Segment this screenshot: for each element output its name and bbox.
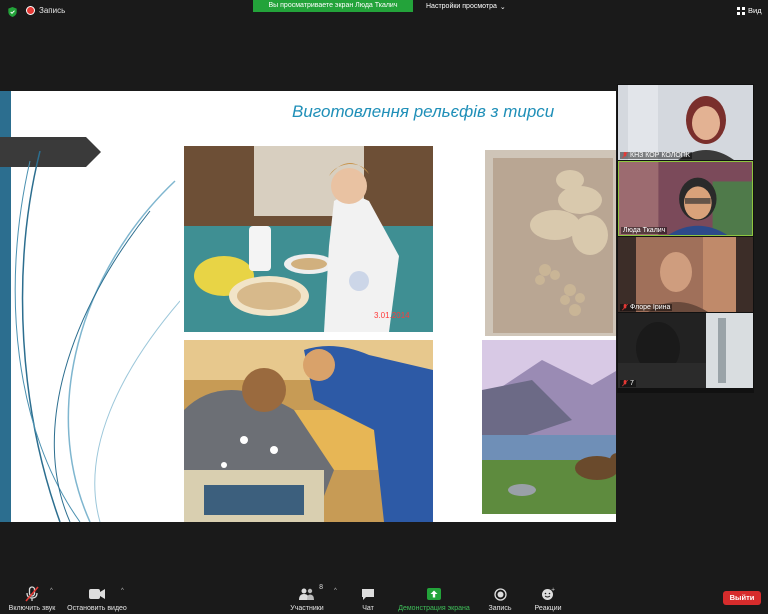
participant-tile[interactable]: КНЗ КОР КОЛОПК: [618, 85, 753, 160]
photo-girl-with-sawdust: 3.01.2014: [184, 146, 433, 332]
photo-bear-landscape-painting: [482, 340, 616, 514]
participants-label: Участники: [290, 605, 324, 612]
record-dot-icon: [26, 6, 35, 15]
stop-video-label: Остановить видео: [67, 605, 127, 612]
unmute-button[interactable]: Включить звук: [4, 580, 60, 614]
participant-name-tag: 7: [620, 380, 636, 387]
chat-button[interactable]: Чат: [355, 580, 381, 614]
participant-video-feed: [619, 162, 752, 235]
participant-tile[interactable]: Флоре Ірина: [618, 237, 753, 312]
participant-tile-active-speaker[interactable]: Люда Ткалич: [618, 161, 753, 236]
participant-video-feed: [618, 85, 753, 160]
recording-label: Запись: [39, 6, 66, 15]
record-button[interactable]: Запись: [484, 580, 516, 614]
meeting-toolbar: Включить звук ^ Остановить видео ^ 8 Уча…: [0, 580, 768, 614]
recording-indicator[interactable]: Запись: [26, 6, 65, 15]
mic-muted-icon: [622, 152, 628, 159]
participant-video-feed: [618, 237, 753, 312]
grid-view-icon: [737, 6, 745, 15]
share-screen-button[interactable]: Демонстрация экрана: [394, 580, 474, 614]
view-options-dropdown[interactable]: Настройки просмотра ⌄: [426, 1, 506, 12]
leave-meeting-button[interactable]: Выйти: [723, 591, 761, 605]
chevron-down-icon: ⌄: [499, 3, 506, 11]
video-camera-icon: [89, 589, 105, 599]
smiley-icon: +: [542, 587, 555, 600]
participant-name-tag: Флоре Ірина: [620, 304, 673, 311]
record-label: Запись: [488, 605, 512, 612]
photo-date-stamp: 3.01.2014: [374, 311, 410, 320]
chat-bubble-icon: [362, 588, 374, 600]
view-options-label: Настройки просмотра: [426, 3, 497, 10]
reactions-label: Реакции: [534, 605, 562, 612]
shared-screen-slide: Виготовлення рельєфів з тирси 3.01.2014: [0, 91, 616, 522]
screen-sharing-banner: Вы просматриваете экран Люда Ткалич: [253, 0, 413, 12]
share-screen-icon: [427, 588, 441, 600]
participant-name: Флоре Ірина: [630, 304, 671, 311]
participant-name: 7: [630, 380, 634, 387]
participants-button[interactable]: 8 Участники: [285, 580, 329, 614]
unmute-label: Включить звук: [8, 605, 56, 612]
slide-title: Виготовлення рельєфів з тирси: [292, 102, 555, 121]
audio-options-caret-icon[interactable]: ^: [50, 588, 53, 594]
view-button-label: Вид: [748, 6, 762, 15]
participant-tile[interactable]: 7: [618, 313, 753, 388]
mic-muted-icon: [25, 586, 39, 602]
participant-name-tag: КНЗ КОР КОЛОПК: [620, 152, 692, 159]
video-options-caret-icon[interactable]: ^: [121, 588, 124, 594]
mic-muted-icon: [622, 380, 628, 387]
share-screen-label: Демонстрация экрана: [398, 605, 470, 612]
participant-name: Люда Ткалич: [623, 227, 666, 234]
participants-options-caret-icon[interactable]: ^: [334, 588, 337, 594]
photo-children-working: [184, 340, 433, 522]
participants-count: 8: [319, 584, 323, 591]
mic-muted-icon: [622, 304, 628, 311]
photo-sawdust-flower-relief: [485, 150, 616, 336]
participant-name: КНЗ КОР КОЛОПК: [630, 152, 690, 159]
svg-text:+: +: [551, 587, 555, 593]
participant-name-tag: Люда Ткалич: [621, 227, 668, 234]
chat-label: Чат: [362, 605, 374, 612]
shield-icon[interactable]: [8, 7, 17, 17]
record-icon: [493, 587, 507, 601]
stop-video-button[interactable]: Остановить видео: [64, 580, 130, 614]
view-button[interactable]: Вид: [737, 6, 762, 15]
participant-video-feed: [618, 313, 753, 388]
slide-decorative-lines: [14, 151, 180, 522]
meeting-top-bar: Запись Вы просматриваете экран Люда Ткал…: [0, 0, 768, 24]
participants-icon: [299, 588, 314, 600]
participant-gallery: КНЗ КОР КОЛОПК Люда Ткалич Флоре Ірина 7: [617, 84, 754, 393]
reactions-button[interactable]: + Реакции: [530, 580, 566, 614]
